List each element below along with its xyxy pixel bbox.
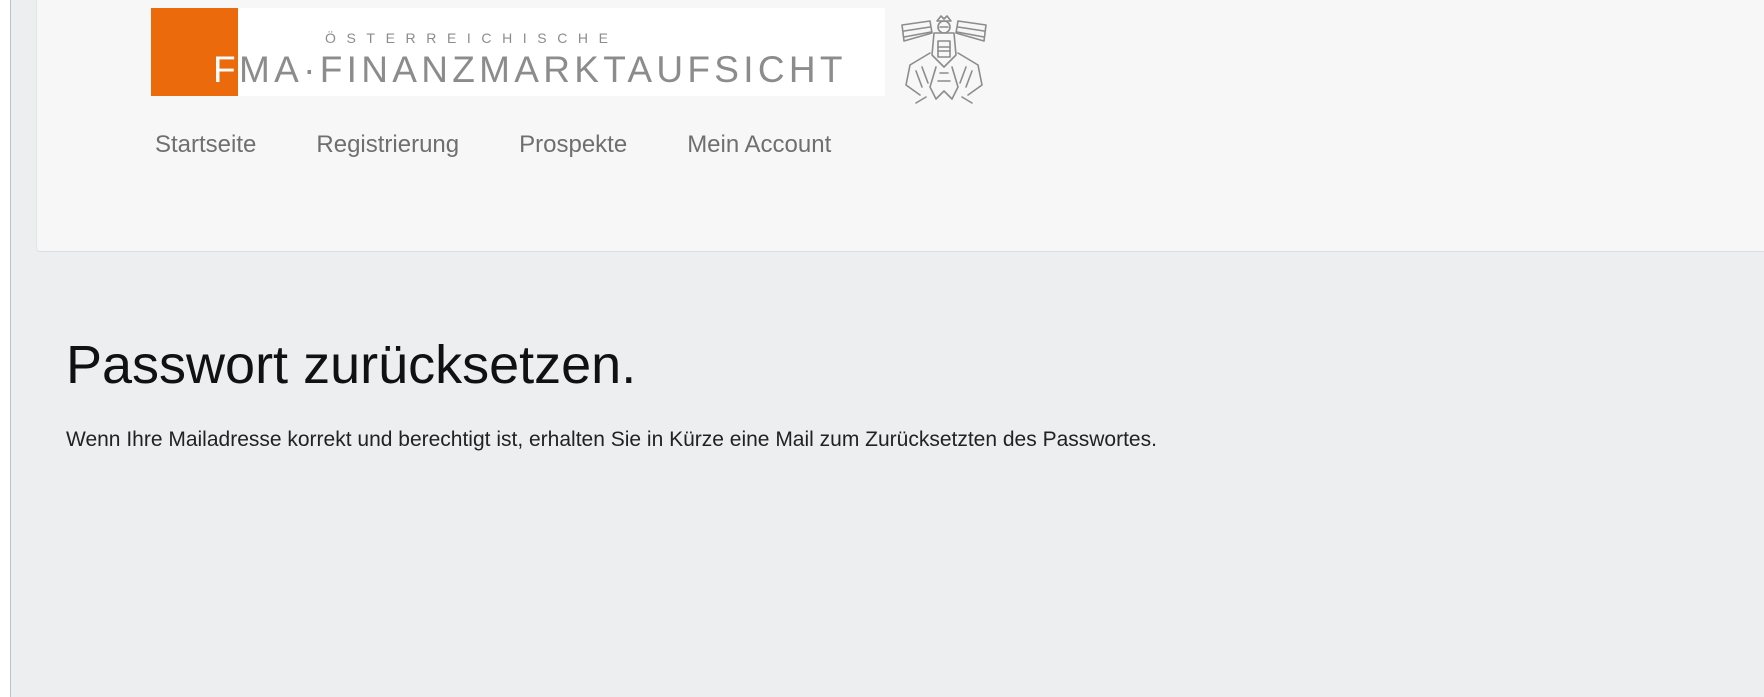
logo-subtitle: ÖSTERREICHISCHE [325,30,619,46]
main-nav: Startseite Registrierung Prospekte Mein … [155,128,891,162]
nav-item-mein-account[interactable]: Mein Account [687,128,831,162]
nav-item-startseite[interactable]: Startseite [155,128,256,162]
page-title: Passwort zurücksetzen. [66,335,637,395]
nav-item-registrierung[interactable]: Registrierung [316,128,459,162]
confirmation-message: Wenn Ihre Mailadresse korrekt und berech… [66,428,1157,451]
logo-letter: F [213,49,238,90]
logo-wordmark: MA·FINANZMARKTAUFSICHT [239,49,847,90]
page-frame: F ÖSTERREICHISCHE MA·FINANZMARKTAUFSICHT [10,0,1764,697]
austrian-eagle-icon [901,15,987,104]
nav-item-prospekte[interactable]: Prospekte [519,128,627,162]
navbar: F ÖSTERREICHISCHE MA·FINANZMARKTAUFSICHT [36,0,1764,252]
fma-logo[interactable]: F ÖSTERREICHISCHE MA·FINANZMARKTAUFSICHT [151,8,987,104]
